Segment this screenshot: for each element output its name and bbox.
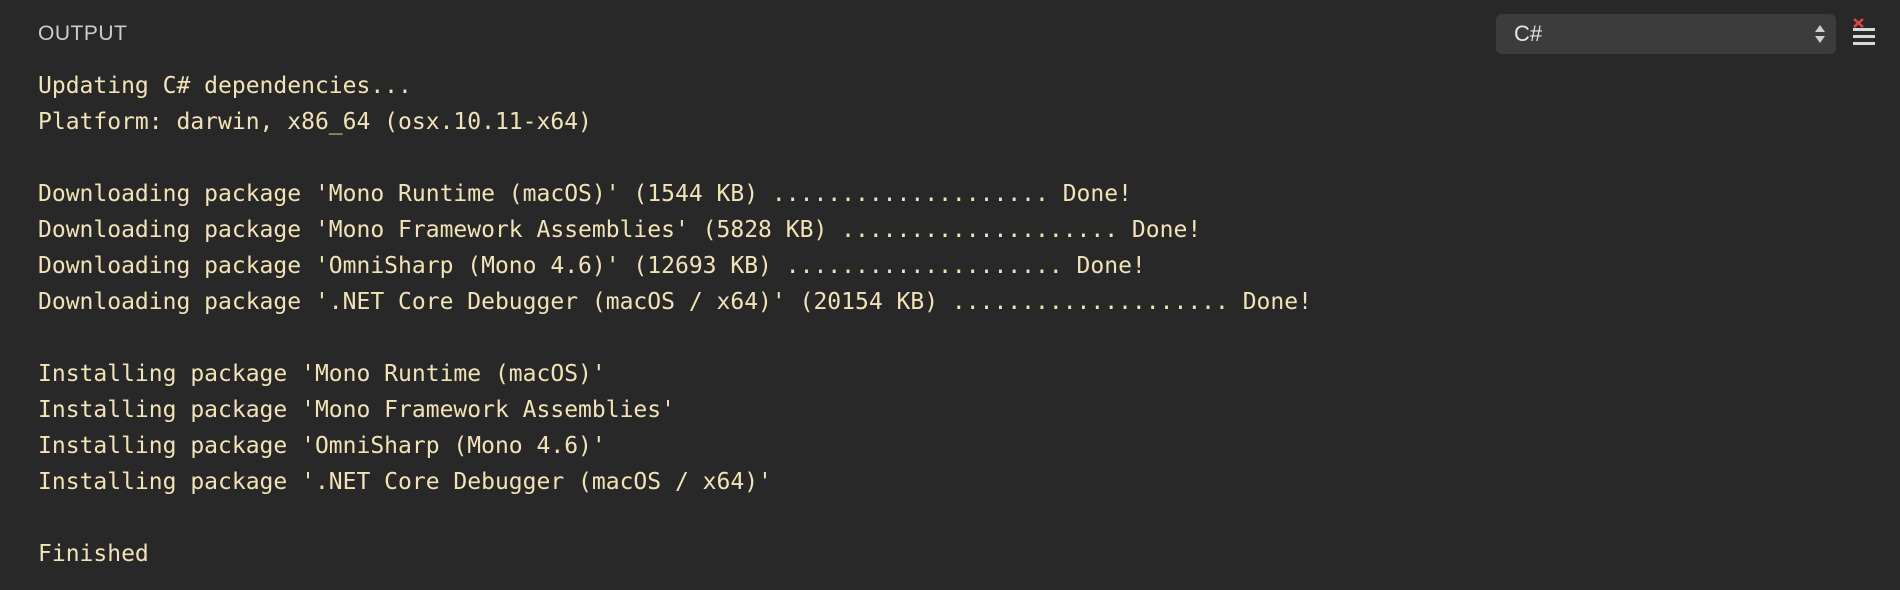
output-line: Installing package 'Mono Framework Assem…	[38, 397, 675, 423]
output-line: Installing package '.NET Core Debugger (…	[38, 469, 772, 495]
output-line: Updating C# dependencies...	[38, 73, 412, 99]
output-channel-value: C#	[1514, 21, 1543, 46]
panel-title: OUTPUT	[38, 22, 128, 45]
output-line: Finished	[38, 541, 149, 567]
output-panel: OUTPUT C# Updating C# dependencies... Pl…	[0, 0, 1900, 590]
clear-output-button[interactable]	[1850, 18, 1878, 50]
up-down-arrows-icon	[1815, 25, 1825, 43]
output-line: Downloading package '.NET Core Debugger …	[38, 289, 1312, 315]
output-line: Downloading package 'Mono Framework Asse…	[38, 217, 1202, 243]
output-line: Downloading package 'OmniSharp (Mono 4.6…	[38, 253, 1146, 279]
output-line: Installing package 'OmniSharp (Mono 4.6)…	[38, 433, 606, 459]
output-panel-header: OUTPUT C#	[0, 0, 1900, 66]
output-line: Installing package 'Mono Runtime (macOS)…	[38, 361, 606, 387]
output-channel-select[interactable]: C#	[1496, 14, 1836, 54]
output-line: Downloading package 'Mono Runtime (macOS…	[38, 181, 1132, 207]
output-line: Platform: darwin, x86_64 (osx.10.11-x64)	[38, 109, 592, 135]
clear-output-icon	[1853, 18, 1875, 45]
output-log[interactable]: Updating C# dependencies... Platform: da…	[38, 68, 1878, 588]
